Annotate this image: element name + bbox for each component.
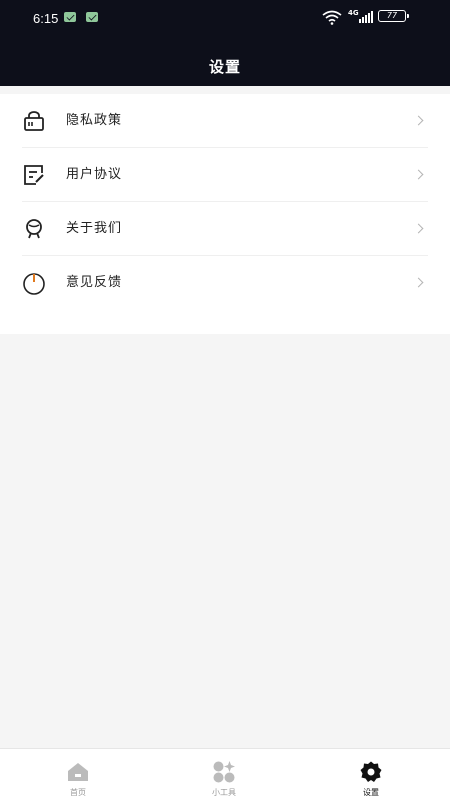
power-icon (23, 273, 45, 295)
tab-label: 设置 (363, 788, 379, 797)
chevron-right-icon (413, 223, 424, 234)
menu-item-label: 关于我们 (66, 221, 123, 236)
message-notification-icon (64, 12, 76, 22)
tab-tools[interactable]: 小工具 (149, 749, 299, 800)
menu-item-label: 隐私政策 (66, 113, 123, 128)
menu-item-user-agreement[interactable]: 用户协议 (0, 148, 450, 202)
lock-icon (24, 111, 44, 131)
settings-list: 隐私政策 用户协议 关于我们 意见反馈 (0, 94, 450, 334)
menu-item-privacy-policy[interactable]: 隐私政策 (0, 94, 450, 148)
tools-icon (213, 761, 235, 783)
chevron-right-icon (413, 277, 424, 288)
user-face-icon (26, 219, 42, 239)
network-type: 4G (348, 9, 359, 17)
menu-item-label: 用户协议 (66, 167, 123, 182)
header-bar: 6:15 4G 77 设置 (0, 0, 450, 86)
chevron-right-icon (413, 169, 424, 180)
menu-item-about-us[interactable]: 关于我们 (0, 202, 450, 256)
chevron-right-icon (413, 115, 424, 126)
page-title: 设置 (208, 58, 241, 76)
tab-label: 首页 (70, 788, 86, 797)
document-edit-icon (24, 165, 44, 185)
status-time: 6:15 (33, 11, 59, 26)
signal-icon (359, 11, 373, 23)
menu-item-label: 意见反馈 (66, 275, 123, 290)
menu-item-feedback[interactable]: 意见反馈 (0, 256, 450, 310)
bottom-tab-bar: 首页 小工具 设置 (0, 748, 450, 800)
status-bar: 6:15 4G 77 (0, 0, 450, 36)
wifi-icon (322, 10, 342, 25)
home-icon (68, 763, 88, 781)
gear-icon (360, 761, 382, 782)
battery-icon: 77 (378, 10, 406, 22)
tab-label: 小工具 (212, 788, 236, 797)
system-icons: 4G 77 (321, 9, 416, 25)
battery-tip (407, 14, 409, 18)
tab-settings[interactable]: 设置 (296, 749, 446, 800)
tab-home[interactable]: 首页 (3, 749, 153, 800)
message-notification-icon (86, 12, 98, 22)
